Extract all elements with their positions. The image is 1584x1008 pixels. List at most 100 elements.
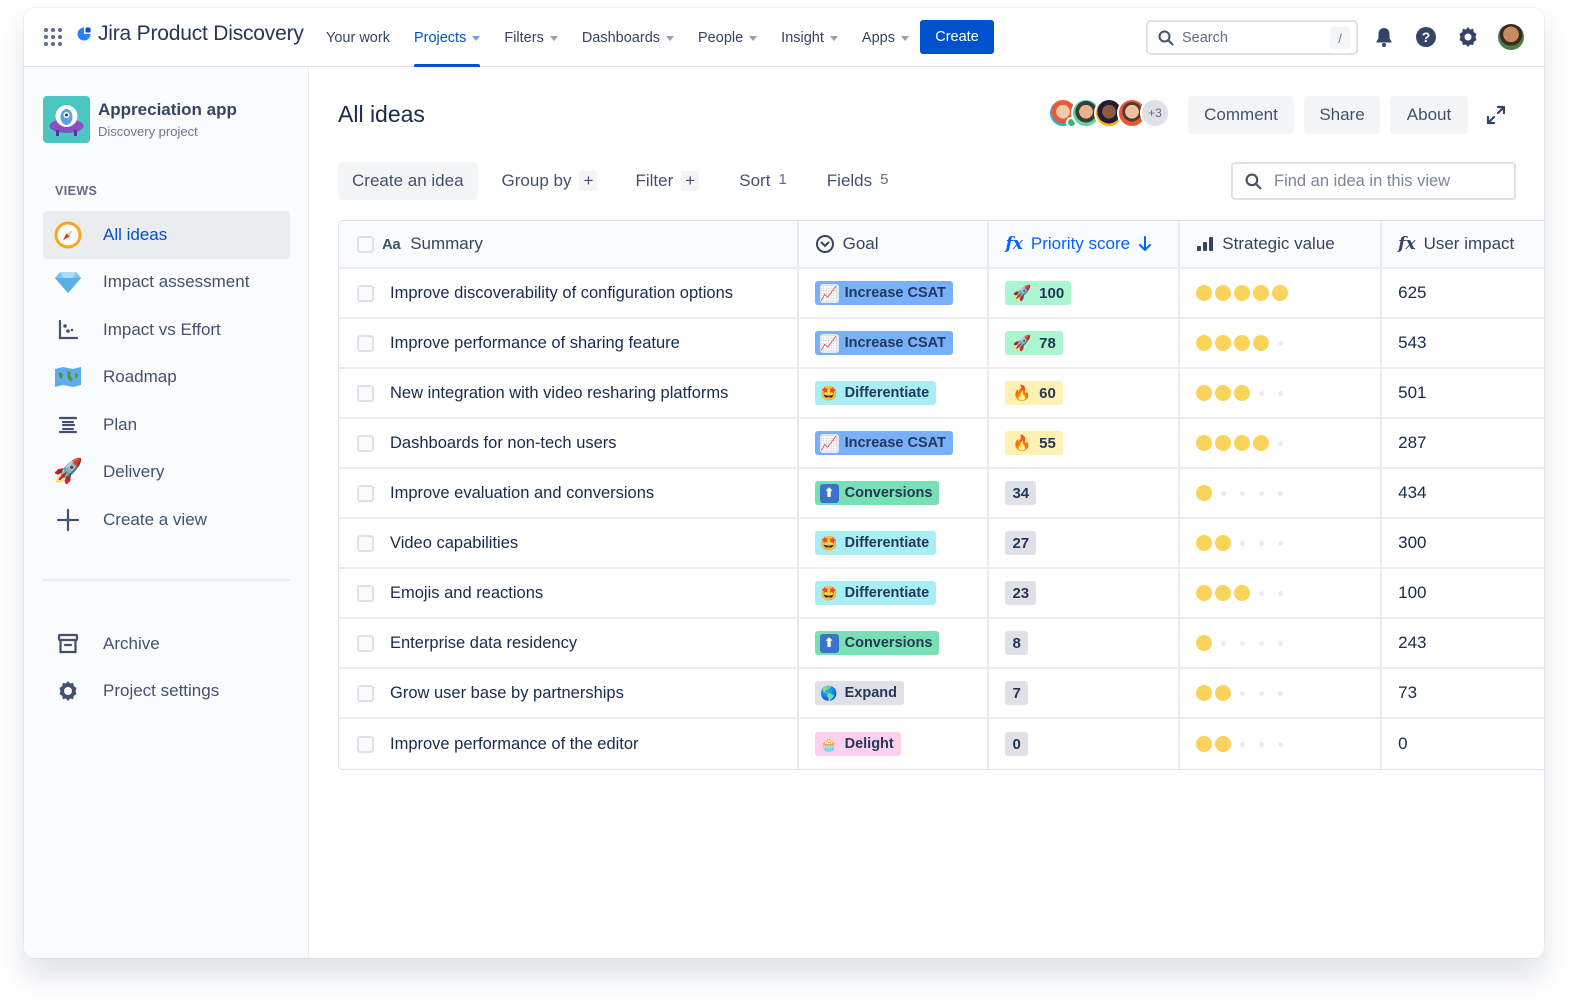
strategic-value-rating[interactable] — [1196, 335, 1288, 351]
sidebar-item-create-a-view[interactable]: Create a view — [43, 496, 290, 544]
find-idea-search[interactable] — [1231, 162, 1516, 200]
nav-item-your-work[interactable]: Your work — [326, 8, 390, 67]
rating-dot-empty[interactable] — [1234, 685, 1250, 701]
rating-dot-empty[interactable] — [1234, 635, 1250, 651]
rating-dot-empty[interactable] — [1272, 685, 1288, 701]
strategic-value-cell[interactable] — [1180, 369, 1383, 417]
row-checkbox[interactable] — [357, 684, 374, 702]
strategic-value-cell[interactable] — [1180, 269, 1383, 317]
row-checkbox[interactable] — [357, 384, 374, 402]
idea-summary[interactable]: Video capabilities — [390, 534, 518, 553]
table-row[interactable]: Improve discoverability of configuration… — [339, 269, 1544, 319]
rating-dot-empty[interactable] — [1215, 485, 1231, 501]
rating-dot-empty[interactable] — [1272, 335, 1288, 351]
notifications-bell-icon[interactable] — [1372, 25, 1396, 49]
summary-cell[interactable]: Enterprise data residency — [339, 619, 799, 667]
rating-dot-filled[interactable] — [1196, 435, 1212, 451]
rating-dot-empty[interactable] — [1272, 585, 1288, 601]
sidebar-item-impact-vs-effort[interactable]: Impact vs Effort — [43, 306, 290, 354]
nav-item-projects[interactable]: Projects — [413, 8, 481, 67]
about-button[interactable]: About — [1390, 96, 1468, 134]
global-search[interactable]: / — [1146, 20, 1358, 55]
sidebar-item-impact-assessment[interactable]: Impact assessment — [43, 259, 290, 307]
goal-cell[interactable]: 🧁 Delight — [799, 719, 990, 769]
row-checkbox[interactable] — [357, 634, 374, 652]
goal-tag[interactable]: ⬆ Conversions — [814, 481, 940, 505]
row-checkbox[interactable] — [357, 735, 374, 753]
idea-summary[interactable]: Improve performance of sharing feature — [390, 334, 680, 353]
rating-dot-empty[interactable] — [1253, 685, 1269, 701]
idea-summary[interactable]: Improve evaluation and conversions — [390, 484, 654, 503]
strategic-value-cell[interactable] — [1180, 569, 1383, 617]
group-by-button[interactable]: Group by + — [488, 162, 612, 200]
rating-dot-empty[interactable] — [1253, 635, 1269, 651]
goal-cell[interactable]: 📈 Increase CSAT — [799, 269, 990, 317]
strategic-value-cell[interactable] — [1180, 519, 1383, 567]
strategic-value-cell[interactable] — [1180, 419, 1383, 467]
idea-summary[interactable]: New integration with video resharing pla… — [390, 384, 728, 403]
row-checkbox[interactable] — [357, 584, 374, 602]
app-switcher-icon[interactable] — [44, 28, 62, 46]
idea-summary[interactable]: Grow user base by partnerships — [390, 684, 624, 703]
goal-cell[interactable]: 📈 Increase CSAT — [799, 419, 990, 467]
strategic-value-rating[interactable] — [1196, 285, 1288, 301]
rating-dot-filled[interactable] — [1253, 335, 1269, 351]
rating-dot-empty[interactable] — [1272, 535, 1288, 551]
rating-dot-filled[interactable] — [1215, 685, 1231, 701]
goal-cell[interactable]: 🤩 Differentiate — [799, 369, 990, 417]
rating-dot-empty[interactable] — [1234, 485, 1250, 501]
nav-item-insight[interactable]: Insight — [781, 8, 838, 67]
goal-cell[interactable]: 📈 Increase CSAT — [799, 319, 990, 367]
rating-dot-filled[interactable] — [1215, 585, 1231, 601]
rating-dot-filled[interactable] — [1234, 335, 1250, 351]
goal-tag[interactable]: ⬆ Conversions — [814, 631, 940, 655]
strategic-value-cell[interactable] — [1180, 669, 1383, 717]
rating-dot-filled[interactable] — [1215, 335, 1231, 351]
rating-dot-empty[interactable] — [1234, 535, 1250, 551]
column-header-user-impact[interactable]: fx User impact — [1382, 221, 1544, 267]
nav-item-dashboards[interactable]: Dashboards — [582, 8, 675, 67]
settings-gear-icon[interactable] — [1456, 25, 1480, 49]
summary-cell[interactable]: Improve discoverability of configuration… — [339, 269, 799, 317]
rating-dot-filled[interactable] — [1215, 535, 1231, 551]
user-avatar[interactable] — [1498, 24, 1524, 50]
sidebar-item-all-ideas[interactable]: All ideas — [43, 211, 290, 259]
table-row[interactable]: Grow user base by partnerships 🌎 Expand 7 73 — [339, 669, 1544, 719]
rating-dot-filled[interactable] — [1196, 385, 1212, 401]
idea-summary[interactable]: Improve discoverability of configuration… — [390, 284, 733, 303]
summary-cell[interactable]: Improve performance of the editor — [339, 719, 799, 769]
sort-button[interactable]: Sort 1 — [725, 162, 801, 200]
goal-cell[interactable]: 🌎 Expand — [799, 669, 990, 717]
project-header[interactable]: Appreciation app Discovery project — [43, 96, 237, 143]
rating-dot-filled[interactable] — [1215, 736, 1231, 752]
collaborators[interactable]: +3 — [1048, 98, 1170, 130]
summary-cell[interactable]: Video capabilities — [339, 519, 799, 567]
rating-dot-empty[interactable] — [1253, 585, 1269, 601]
nav-item-apps[interactable]: Apps — [862, 8, 909, 67]
rating-dot-empty[interactable] — [1253, 485, 1269, 501]
rating-dot-empty[interactable] — [1253, 736, 1269, 752]
strategic-value-rating[interactable] — [1196, 385, 1288, 401]
comment-button[interactable]: Comment — [1188, 96, 1294, 134]
rating-dot-filled[interactable] — [1253, 435, 1269, 451]
rating-dot-empty[interactable] — [1272, 736, 1288, 752]
summary-cell[interactable]: Improve performance of sharing feature — [339, 319, 799, 367]
summary-cell[interactable]: Improve evaluation and conversions — [339, 469, 799, 517]
table-row[interactable]: Enterprise data residency ⬆ Conversions 8 24… — [339, 619, 1544, 669]
strategic-value-rating[interactable] — [1196, 485, 1288, 501]
select-all-checkbox[interactable] — [357, 235, 374, 253]
strategic-value-rating[interactable] — [1196, 685, 1288, 701]
goal-tag[interactable]: 📈 Increase CSAT — [814, 331, 953, 355]
column-header-summary[interactable]: Aa Summary — [339, 221, 799, 267]
goal-tag[interactable]: 🤩 Differentiate — [814, 531, 937, 555]
row-checkbox[interactable] — [357, 434, 374, 452]
help-icon[interactable]: ? — [1414, 25, 1438, 49]
share-button[interactable]: Share — [1304, 96, 1380, 134]
strategic-value-cell[interactable] — [1180, 469, 1383, 517]
nav-item-filters[interactable]: Filters — [504, 8, 558, 67]
row-checkbox[interactable] — [357, 534, 374, 552]
rating-dot-filled[interactable] — [1196, 635, 1212, 651]
sidebar-item-project-settings[interactable]: Project settings — [43, 668, 290, 716]
goal-tag[interactable]: 📈 Increase CSAT — [814, 281, 953, 305]
rating-dot-filled[interactable] — [1234, 435, 1250, 451]
